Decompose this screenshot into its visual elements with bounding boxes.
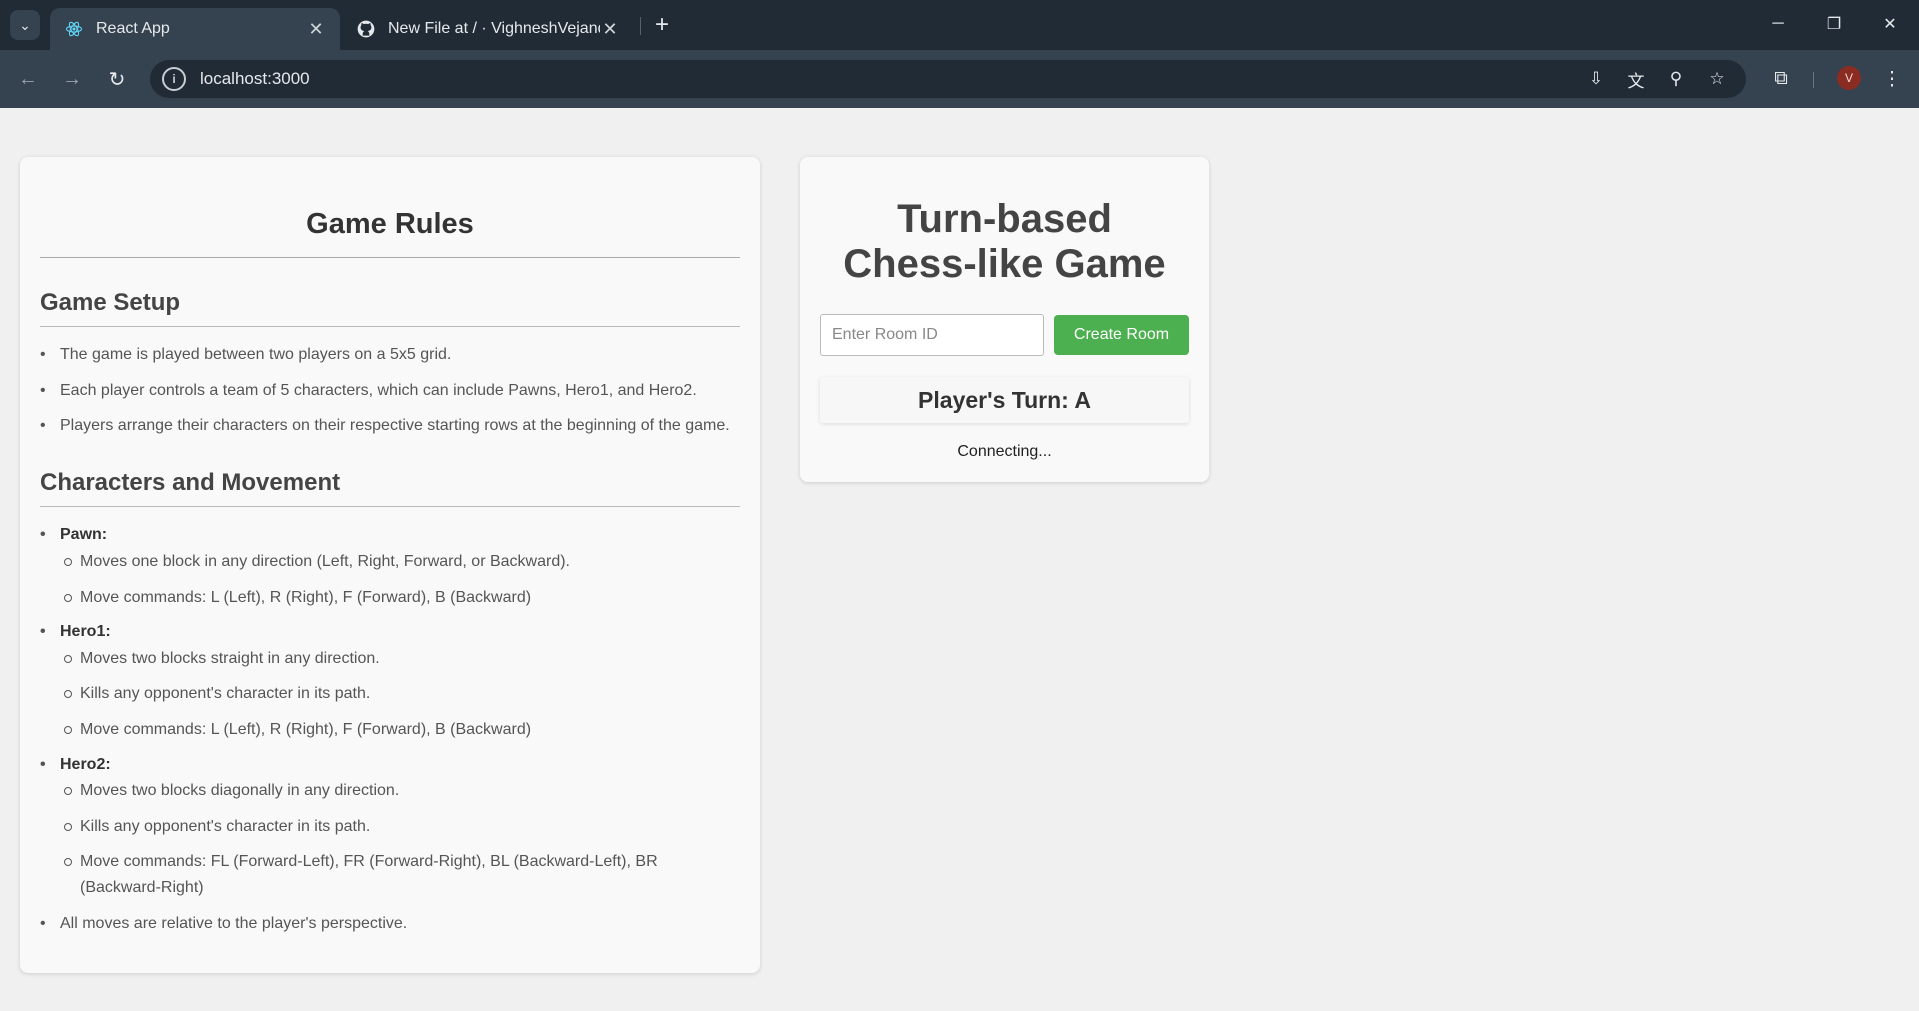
list-item: Move commands: L (Left), R (Right), F (F…	[64, 717, 700, 743]
create-room-button[interactable]: Create Room	[1054, 315, 1189, 355]
hero1-label: Hero1:	[40, 619, 111, 645]
tab-separator	[640, 17, 641, 35]
minimize-icon[interactable]: ─	[1758, 8, 1798, 40]
toolbar-separator	[1813, 72, 1814, 88]
list-item: Players arrange their characters on thei…	[40, 413, 730, 439]
rules-title: Game Rules	[306, 208, 474, 240]
back-icon[interactable]: ←	[12, 63, 44, 95]
list-item: All moves are relative to the player's p…	[40, 911, 407, 937]
reload-icon[interactable]: ↻	[101, 63, 133, 95]
address-bar[interactable]: i localhost:3000 ⇩ 文 ⚲ ☆	[150, 60, 1746, 98]
url-text[interactable]: localhost:3000	[200, 69, 310, 89]
extensions-icon[interactable]: ⧉	[1765, 63, 1797, 95]
close-tab-icon[interactable]: ✕	[600, 19, 620, 40]
connection-status: Connecting...	[957, 443, 1052, 460]
close-tab-icon[interactable]: ✕	[306, 19, 326, 40]
game-panel: Turn-based Chess-like Game Create Room P…	[800, 157, 1209, 482]
room-id-input[interactable]	[820, 314, 1044, 356]
list-item: Moves two blocks straight in any directi…	[64, 646, 700, 672]
site-info-icon[interactable]: i	[162, 67, 186, 91]
bookmark-star-icon[interactable]: ☆	[1703, 66, 1731, 92]
tab-title: New File at / · VighneshVejandla	[388, 20, 600, 37]
game-title-line: Turn-based	[897, 197, 1112, 241]
react-logo-icon	[64, 19, 84, 39]
tab-react-app[interactable]: React App ✕	[50, 8, 340, 50]
translate-icon[interactable]: 文	[1622, 66, 1650, 92]
list-item: Move commands: L (Left), R (Right), F (F…	[64, 585, 700, 611]
tab-title: React App	[96, 20, 170, 37]
game-rules-card: Game Rules Game Setup The game is played…	[20, 157, 760, 973]
list-item: Kills any opponent's character in its pa…	[64, 814, 700, 840]
characters-heading: Characters and Movement	[40, 469, 341, 496]
tab-github[interactable]: New File at / · VighneshVejandla ✕	[342, 8, 634, 50]
list-item: The game is played between two players o…	[40, 342, 451, 368]
divider	[40, 326, 740, 327]
forward-icon[interactable]: →	[56, 63, 88, 95]
pawn-label: Pawn:	[40, 522, 107, 548]
game-setup-heading: Game Setup	[40, 289, 181, 316]
game-title: Turn-based Chess-like Game	[800, 197, 1209, 287]
divider	[40, 257, 740, 258]
browser-toolbar: ← → ↻ i localhost:3000 ⇩ 文 ⚲ ☆ ⧉ ⋮	[0, 50, 1919, 108]
list-item: Each player controls a team of 5 charact…	[40, 378, 697, 404]
list-item: Moves two blocks diagonally in any direc…	[64, 778, 700, 804]
list-item: Moves one block in any direction (Left, …	[64, 549, 700, 575]
player-turn-indicator: Player's Turn: A	[820, 377, 1189, 423]
close-window-icon[interactable]: ✕	[1870, 8, 1910, 40]
tab-search-chevron-icon[interactable]: ⌄	[10, 10, 40, 40]
new-tab-icon[interactable]: +	[648, 11, 676, 39]
list-item: Move commands: FL (Forward-Left), FR (Fo…	[64, 849, 700, 901]
install-app-icon[interactable]: ⇩	[1582, 66, 1610, 92]
divider	[40, 506, 740, 507]
github-logo-icon	[356, 19, 376, 39]
browser-tab-bar: ⌄ React App ✕ New File at / · VighneshVe…	[0, 0, 1919, 50]
zoom-icon[interactable]: ⚲	[1662, 66, 1690, 92]
profile-avatar[interactable]: V	[1837, 66, 1861, 90]
list-item: Kills any opponent's character in its pa…	[64, 681, 700, 707]
game-title-line: Chess-like Game	[843, 242, 1166, 286]
hero2-label: Hero2:	[40, 752, 111, 778]
restore-icon[interactable]: ❐	[1814, 8, 1854, 40]
more-menu-icon[interactable]: ⋮	[1876, 63, 1908, 95]
